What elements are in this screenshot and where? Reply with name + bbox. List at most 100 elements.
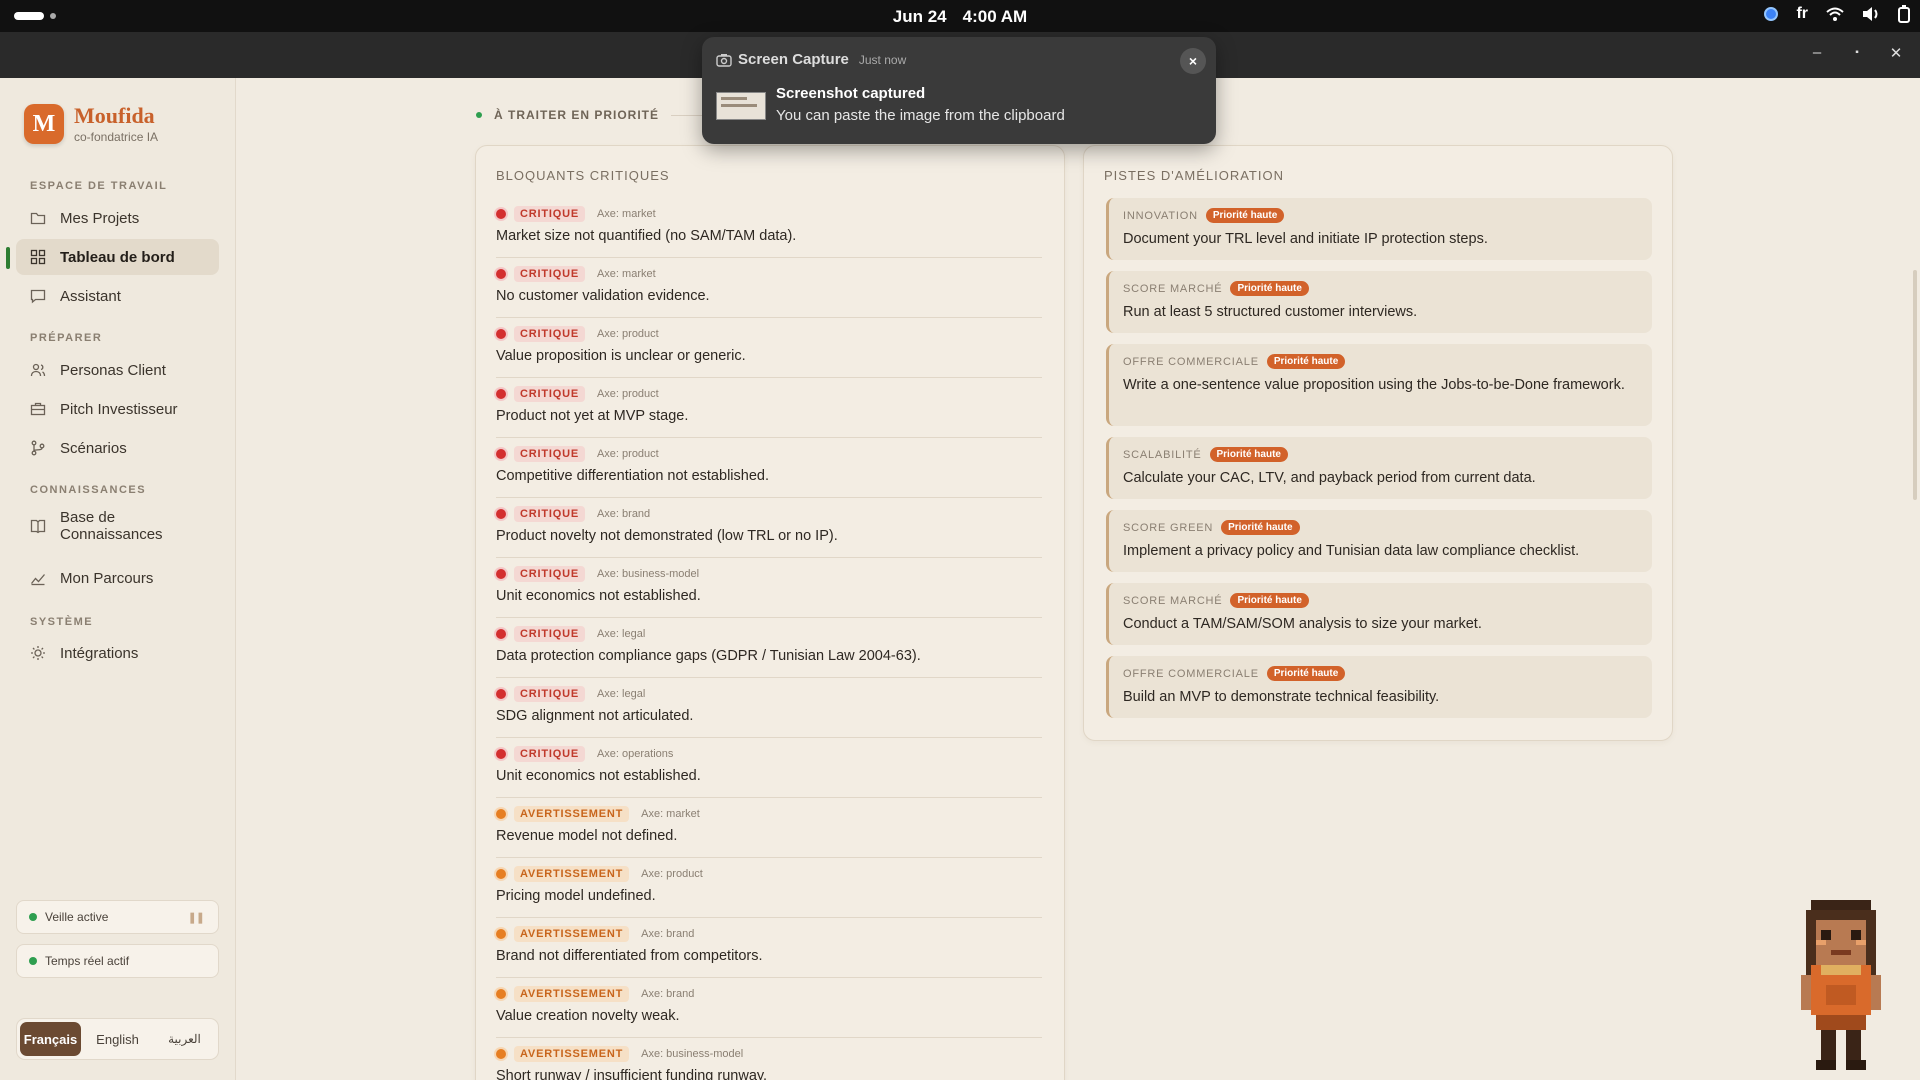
improvement-item[interactable]: OFFRE COMMERCIALE Priorité haute Build an … <box>1106 656 1652 718</box>
improvement-item[interactable]: SCORE MARCHÉ Priorité haute Conduct a TAM/… <box>1106 583 1652 645</box>
improvement-text: Conduct a TAM/SAM/SOM analysis to size y… <box>1123 616 1482 632</box>
blocker-item[interactable]: CRITIQUE Axe: legal SDG alignment not arti… <box>496 678 1042 738</box>
priority-badge: Priorité haute <box>1230 593 1309 608</box>
blocker-item[interactable]: CRITIQUE Axe: market Market size not quant… <box>496 198 1042 258</box>
blocker-item[interactable]: CRITIQUE Axe: brand Product novelty not de… <box>496 498 1042 558</box>
sidebar-item-scenarios[interactable]: Scénarios <box>16 430 219 466</box>
axis-label: Axe: product <box>596 328 659 340</box>
improvement-item[interactable]: SCORE GREEN Priorité haute Implement a pri… <box>1106 510 1652 572</box>
maximize-button[interactable]: ▪ <box>1845 47 1869 58</box>
blocker-header: AVERTISSEMENT Axe: business-model <box>496 1046 1042 1062</box>
sidebar-item-label: Mon Parcours <box>60 569 154 587</box>
blocker-item[interactable]: CRITIQUE Axe: product Value proposition is… <box>496 318 1042 378</box>
sidebar-item-projects[interactable]: Mes Projets <box>16 200 219 236</box>
brand[interactable]: M Moufida co-fondatrice IA <box>24 103 158 145</box>
section-workspace: ESPACE DE TRAVAIL <box>30 180 168 192</box>
sidebar-item-label: Intégrations <box>60 644 139 662</box>
scrollbar[interactable] <box>1913 270 1917 500</box>
priority-badge: Priorité haute <box>1266 666 1346 681</box>
blocker-header: CRITIQUE Axe: legal <box>496 686 1042 702</box>
status-indicator-icon[interactable] <box>1764 7 1779 21</box>
axis-label: Axe: business-model <box>641 1048 744 1060</box>
improvement-text: Document your TRL level and initiate IP … <box>1123 231 1488 247</box>
blocker-header: CRITIQUE Axe: market <box>496 266 1042 282</box>
improvement-item[interactable]: SCALABILITÉ Priorité haute Calculate your … <box>1106 437 1652 499</box>
improvement-category: OFFRE COMMERCIALE <box>1123 667 1259 680</box>
blocker-item[interactable]: CRITIQUE Axe: product Product not yet at M… <box>496 378 1042 438</box>
severity-badge: CRITIQUE <box>514 386 585 402</box>
pixel-mascot-icon[interactable] <box>1796 900 1886 1075</box>
blocker-item[interactable]: CRITIQUE Axe: market No customer validatio… <box>496 258 1042 318</box>
realtime-status: Temps réel actif <box>16 944 219 978</box>
improvement-text: Run at least 5 structured customer inter… <box>1123 304 1418 320</box>
blocker-header: AVERTISSEMENT Axe: brand <box>496 986 1042 1002</box>
activities-indicator[interactable] <box>14 12 44 20</box>
blocker-text: Short runway / insufficient funding runw… <box>496 1068 768 1080</box>
language-switcher: Français English العربية <box>16 1018 219 1060</box>
volume-icon[interactable] <box>1862 6 1880 22</box>
brand-logo: M <box>24 104 64 145</box>
blocker-item[interactable]: AVERTISSEMENT Axe: product Pricing model u… <box>496 858 1042 918</box>
screenshot-notification[interactable]: Screen Capture Just now × Screenshot cap… <box>702 37 1216 144</box>
improvement-item[interactable]: SCORE MARCHÉ Priorité haute Run at least 5… <box>1106 271 1652 333</box>
axis-label: Axe: legal <box>596 628 646 640</box>
pause-icon[interactable]: ❚❚ <box>188 911 205 924</box>
notification-close-button[interactable]: × <box>1180 48 1206 74</box>
system-clock[interactable]: Jun 24 4:00 AM <box>0 7 1920 27</box>
blocker-text: SDG alignment not articulated. <box>496 708 694 724</box>
improvement-item[interactable]: OFFRE COMMERCIALE Priorité haute Write a o… <box>1106 344 1652 426</box>
severity-badge: CRITIQUE <box>514 626 585 642</box>
blockers-list: CRITIQUE Axe: market Market size not quant… <box>496 198 1042 1080</box>
blocker-item[interactable]: AVERTISSEMENT Axe: brand Brand not differe… <box>496 918 1042 978</box>
sidebar-item-knowledge-base[interactable]: Base de Connaissances <box>16 504 219 548</box>
improvement-header: SCORE MARCHÉ Priorité haute <box>1123 593 1638 608</box>
blocker-item[interactable]: CRITIQUE Axe: operations Unit economics no… <box>496 738 1042 798</box>
improvements-title: PISTES D'AMÉLIORATION <box>1104 168 1284 183</box>
blocker-header: AVERTISSEMENT Axe: product <box>496 866 1042 882</box>
watch-status[interactable]: Veille active ❚❚ <box>16 900 219 934</box>
improvement-text: Calculate your CAC, LTV, and payback per… <box>1123 470 1536 486</box>
improvements-card: PISTES D'AMÉLIORATION INNOVATION Priorité… <box>1083 145 1673 741</box>
wifi-icon[interactable] <box>1826 7 1844 21</box>
severity-badge: CRITIQUE <box>514 326 585 342</box>
sidebar-item-dashboard[interactable]: Tableau de bord <box>16 239 219 275</box>
blocker-item[interactable]: CRITIQUE Axe: business-model Unit economic… <box>496 558 1042 618</box>
blocker-text: Unit economics not established. <box>496 768 701 784</box>
sidebar-item-integrations[interactable]: Intégrations <box>16 635 219 671</box>
axis-label: Axe: operations <box>596 748 674 760</box>
sidebar-item-journey[interactable]: Mon Parcours <box>16 560 219 596</box>
improvement-category: OFFRE COMMERCIALE <box>1123 355 1259 368</box>
sidebar-item-pitch[interactable]: Pitch Investisseur <box>16 391 219 427</box>
blocker-item[interactable]: AVERTISSEMENT Axe: business-model Short ru… <box>496 1038 1042 1080</box>
lang-french[interactable]: Français <box>20 1022 82 1056</box>
severity-dot <box>496 389 506 399</box>
sidebar-item-assistant[interactable]: Assistant <box>16 278 219 314</box>
severity-dot <box>496 1049 506 1059</box>
improvement-item[interactable]: INNOVATION Priorité haute Document your TR… <box>1106 198 1652 260</box>
axis-label: Axe: product <box>641 868 703 880</box>
close-window-button[interactable]: ✕ <box>1884 44 1908 62</box>
battery-icon[interactable] <box>1898 5 1910 23</box>
axis-label: Axe: product <box>596 388 659 400</box>
section-knowledge: CONNAISSANCES <box>30 484 147 496</box>
blocker-item[interactable]: AVERTISSEMENT Axe: market Revenue model no… <box>496 798 1042 858</box>
lang-english[interactable]: English <box>85 1022 150 1056</box>
blockers-card: BLOQUANTS CRITIQUES CRITIQUE Axe: market M… <box>475 145 1065 1080</box>
axis-label: Axe: market <box>596 268 656 280</box>
improvement-text: Write a one-sentence value proposition u… <box>1123 377 1625 393</box>
blocker-item[interactable]: CRITIQUE Axe: legal Data protection compli… <box>496 618 1042 678</box>
improvement-text: Build an MVP to demonstrate technical fe… <box>1123 689 1440 705</box>
blocker-item[interactable]: CRITIQUE Axe: product Competitive differen… <box>496 438 1042 498</box>
severity-dot <box>496 689 506 699</box>
minimize-button[interactable]: – <box>1805 44 1829 61</box>
sidebar-item-personas[interactable]: Personas Client <box>16 352 219 388</box>
blocker-item[interactable]: AVERTISSEMENT Axe: brand Value creation no… <box>496 978 1042 1038</box>
severity-badge: CRITIQUE <box>514 446 585 462</box>
improvement-header: OFFRE COMMERCIALE Priorité haute <box>1123 666 1638 681</box>
branch-icon <box>31 440 45 456</box>
axis-label: Axe: brand <box>641 928 695 940</box>
keyboard-layout[interactable]: fr <box>1796 5 1808 23</box>
priority-badge: Priorité haute <box>1221 520 1300 535</box>
blocker-header: CRITIQUE Axe: legal <box>496 626 1042 642</box>
lang-arabic[interactable]: العربية <box>154 1022 215 1056</box>
